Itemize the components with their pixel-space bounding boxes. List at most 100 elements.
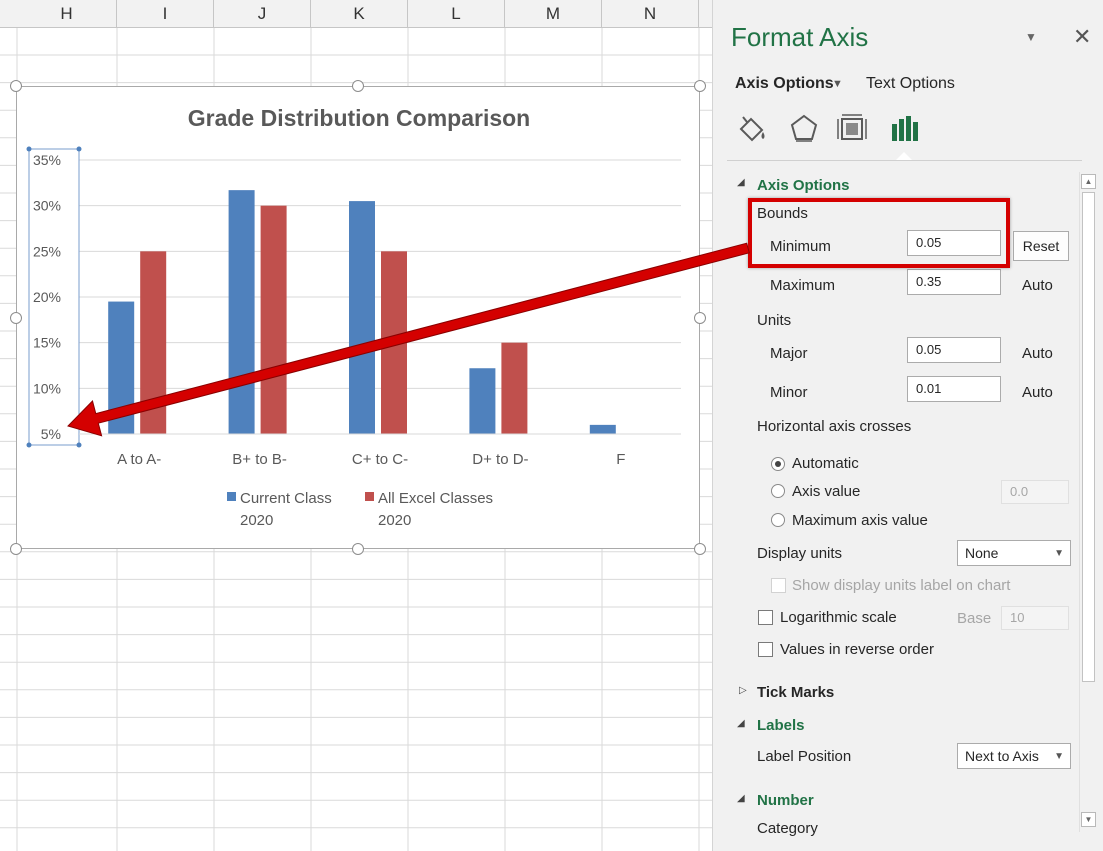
display-units-select[interactable]: None ▼ (957, 540, 1071, 566)
tab-axis-options[interactable]: Axis Options (735, 75, 834, 93)
fill-line-icon[interactable] (733, 110, 771, 148)
pane-options-chevron-icon[interactable]: ▼ (1025, 30, 1037, 44)
legend-label: Current Class (240, 490, 332, 507)
tab-text-options[interactable]: Text Options (866, 75, 955, 93)
minimum-input[interactable]: 0.05 (907, 230, 1001, 256)
axis-options-icon[interactable] (885, 110, 923, 148)
options-scroll-area[interactable]: ◢ Axis Options Bounds Minimum 0.05 Reset… (713, 168, 1103, 851)
column-headers: H I J K L M N (0, 0, 712, 28)
pane-divider (727, 160, 1082, 161)
minor-input[interactable]: 0.01 (907, 376, 1001, 402)
axis-selection-handle (26, 442, 32, 448)
chart-resize-handle-bottom-left[interactable] (10, 543, 22, 555)
minor-label: Minor (770, 384, 808, 401)
legend-swatch (227, 492, 236, 501)
chevron-down-icon[interactable]: ▼ (832, 78, 843, 90)
legend-label: 2020 (378, 512, 411, 529)
bar-all-excel-classes (381, 251, 407, 434)
chart-area[interactable]: Grade Distribution Comparison 35% 30% 25% 2… (16, 86, 700, 549)
maximum-label: Maximum (770, 277, 836, 294)
base-input[interactable]: 10 (1001, 606, 1069, 630)
column-header-j[interactable]: J (214, 0, 311, 28)
column-header-h[interactable]: H (17, 0, 117, 28)
axis-selection-handle (76, 442, 82, 448)
show-units-checkbox[interactable] (771, 578, 786, 593)
minimum-label: Minimum (770, 238, 831, 255)
category-label: Category (757, 820, 818, 837)
chart-resize-handle-left[interactable] (10, 312, 22, 324)
worksheet[interactable]: H I J K L M N Grade Distribution Compari… (0, 0, 712, 851)
display-units-value: None (965, 545, 999, 561)
bounds-label: Bounds (757, 205, 808, 222)
units-label: Units (757, 312, 792, 329)
effects-icon[interactable] (785, 110, 823, 148)
scroll-down-icon[interactable]: ▼ (1081, 812, 1096, 827)
y-axis-tick-label: 5% (41, 426, 61, 442)
maximum-input[interactable]: 0.35 (907, 269, 1001, 295)
chart-resize-handle-bottom-right[interactable] (694, 543, 706, 555)
section-expanded-icon[interactable]: ◢ (737, 177, 745, 188)
section-axis-options[interactable]: Axis Options (757, 177, 850, 194)
chart-resize-handle-top-right[interactable] (694, 80, 706, 92)
chevron-down-icon: ▼ (1054, 751, 1064, 762)
section-labels[interactable]: Labels (757, 717, 805, 734)
axis-selection-handle (26, 146, 32, 152)
column-header-m[interactable]: M (505, 0, 602, 28)
section-tick-marks[interactable]: Tick Marks (757, 684, 834, 701)
bar-current-class (108, 301, 135, 434)
radio-maximum-axis-value[interactable] (771, 513, 785, 527)
y-axis-tick-label: 30% (33, 198, 61, 214)
radio-axis-value[interactable] (771, 484, 785, 498)
chart-resize-handle-bottom[interactable] (352, 543, 364, 555)
label-position-label: Label Position (757, 748, 852, 765)
minor-auto-label: Auto (1022, 384, 1053, 401)
bar-all-excel-classes (260, 205, 287, 434)
column-header-i[interactable]: I (117, 0, 214, 28)
x-axis-tick-label: F (616, 451, 625, 468)
axis-selection-handle (76, 146, 82, 152)
close-icon[interactable]: ✕ (1073, 24, 1091, 50)
maximum-auto-label: Auto (1022, 277, 1053, 294)
bar-all-excel-classes (140, 251, 167, 434)
radio-maximum-axis-value-label[interactable]: Maximum axis value (792, 512, 928, 529)
radio-axis-value-label[interactable]: Axis value (792, 483, 860, 500)
bar-current-class (469, 368, 496, 434)
scroll-thumb[interactable] (1082, 192, 1095, 682)
reverse-order-checkbox[interactable] (758, 642, 773, 657)
chart-plot[interactable]: 35% 30% 25% 20% 15% 10% 5% A to A- B+ to B- C+ to… (17, 87, 701, 550)
x-axis-tick-label: B+ to B- (232, 451, 287, 468)
chart-resize-handle-right[interactable] (694, 312, 706, 324)
major-auto-label: Auto (1022, 345, 1053, 362)
label-position-select[interactable]: Next to Axis ▼ (957, 743, 1071, 769)
column-header-n[interactable]: N (602, 0, 699, 28)
scroll-up-icon[interactable]: ▲ (1081, 174, 1096, 189)
y-axis-tick-label: 15% (33, 335, 61, 351)
format-axis-pane: Format Axis ▼ ✕ Axis Options ▼ Text Opti… (712, 0, 1103, 851)
show-units-label: Show display units label on chart (792, 577, 1011, 594)
radio-automatic[interactable] (771, 457, 785, 471)
reset-button[interactable]: Reset (1013, 231, 1069, 261)
major-input[interactable]: 0.05 (907, 337, 1001, 363)
column-header-k[interactable]: K (311, 0, 408, 28)
radio-automatic-label[interactable]: Automatic (792, 455, 859, 472)
reverse-order-label[interactable]: Values in reverse order (780, 641, 934, 658)
display-units-label: Display units (757, 545, 843, 562)
y-axis-tick-label: 20% (33, 289, 61, 305)
x-axis-tick-label: D+ to D- (472, 451, 528, 468)
vertical-scrollbar[interactable]: ▲ ▼ (1079, 172, 1096, 832)
legend-label: 2020 (240, 512, 273, 529)
chart-resize-handle-top-left[interactable] (10, 80, 22, 92)
logarithmic-scale-label[interactable]: Logarithmic scale (780, 609, 897, 626)
column-header-l[interactable]: L (408, 0, 505, 28)
section-expanded-icon[interactable]: ◢ (737, 718, 745, 729)
base-label: Base (957, 610, 992, 627)
section-number[interactable]: Number (757, 792, 814, 809)
bar-current-class (228, 190, 255, 434)
section-expanded-icon[interactable]: ◢ (737, 793, 745, 804)
chart-resize-handle-top[interactable] (352, 80, 364, 92)
size-properties-icon[interactable] (833, 110, 871, 148)
pane-title: Format Axis (731, 22, 869, 52)
section-collapsed-icon[interactable]: ▷ (739, 685, 747, 696)
logarithmic-scale-checkbox[interactable] (758, 610, 773, 625)
axis-value-input[interactable]: 0.0 (1001, 480, 1069, 504)
